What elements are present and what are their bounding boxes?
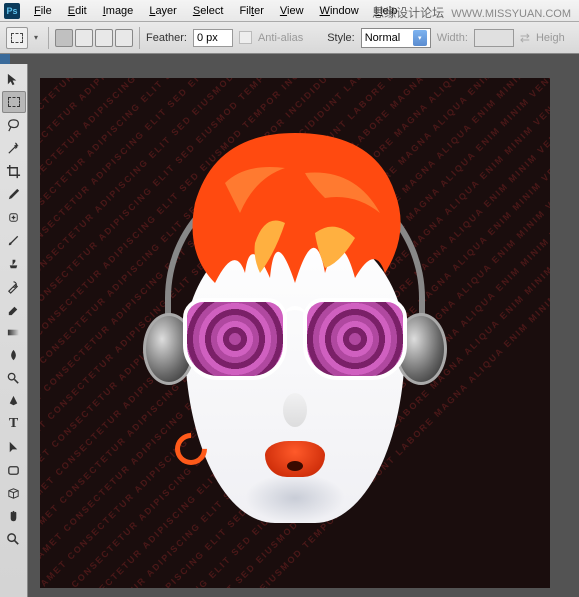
document-canvas[interactable]: LOREM IPSUM DOLOR SIT AMET CONSECTETUR A… [40,78,550,588]
dropdown-arrow-icon: ▾ [413,30,427,46]
brush-tool[interactable] [2,229,26,251]
style-value: Normal [365,32,400,44]
document-tab-strip [0,54,579,64]
illustration-face [125,133,465,553]
pen-tool[interactable] [2,390,26,412]
width-label: Width: [437,32,468,44]
divider [139,27,140,49]
feather-label: Feather: [146,32,187,44]
chin-shadow [245,473,345,523]
tab-marker[interactable] [0,54,10,64]
type-tool[interactable]: T [2,413,26,435]
selection-mode-group [55,29,133,47]
new-selection-button[interactable] [55,29,73,47]
swirl-icon [307,302,403,376]
clone-stamp-tool[interactable] [2,252,26,274]
menu-window[interactable]: Window [312,3,367,19]
watermark: 思缘设计论坛 WWW.MISSYUAN.COM [372,4,571,21]
chevron-down-icon[interactable]: ▾ [34,33,42,42]
app-icon[interactable]: Ps [4,3,20,19]
lens-right [303,298,407,380]
nose [283,393,307,427]
dodge-tool[interactable] [2,367,26,389]
healing-brush-tool[interactable] [2,206,26,228]
style-select[interactable]: Normal ▾ [361,28,431,48]
shape-tool[interactable] [2,459,26,481]
history-brush-tool[interactable] [2,275,26,297]
add-selection-button[interactable] [75,29,93,47]
menu-filter[interactable]: Filter [231,3,271,19]
marquee-icon [11,33,23,43]
menu-edit[interactable]: Edit [60,3,95,19]
lens-left [183,298,287,380]
zoom-tool[interactable] [2,528,26,550]
eyedropper-tool[interactable] [2,183,26,205]
menu-image[interactable]: Image [95,3,142,19]
options-bar: ▾ Feather: Anti-alias Style: Normal ▾ Wi… [0,22,579,54]
sunglasses [183,298,407,386]
marquee-tool[interactable] [2,91,26,113]
lasso-tool[interactable] [2,114,26,136]
menu-view[interactable]: View [272,3,312,19]
watermark-cn: 思缘设计论坛 [372,6,444,20]
gradient-tool[interactable] [2,321,26,343]
intersect-selection-button[interactable] [115,29,133,47]
canvas-area[interactable]: LOREM IPSUM DOLOR SIT AMET CONSECTETUR A… [28,64,579,597]
hand-tool[interactable] [2,505,26,527]
antialias-checkbox [239,31,252,44]
work-area: T LOREM IPSUM DOLOR SIT AMET CONSECTETUR… [0,64,579,597]
height-label: Heigh [536,32,565,44]
style-label: Style: [327,32,355,44]
watermark-url: WWW.MISSYUAN.COM [451,8,571,20]
crop-tool[interactable] [2,160,26,182]
path-select-tool[interactable] [2,436,26,458]
menu-layer[interactable]: Layer [141,3,185,19]
swirl-icon [187,302,283,376]
link-icon: ⇄ [520,31,530,45]
tool-preset-picker[interactable] [6,27,28,49]
magic-wand-tool[interactable] [2,137,26,159]
eraser-tool[interactable] [2,298,26,320]
move-tool[interactable] [2,68,26,90]
lips [265,441,325,477]
menu-select[interactable]: Select [185,3,232,19]
menu-file[interactable]: File [26,3,60,19]
width-input [474,29,514,47]
subtract-selection-button[interactable] [95,29,113,47]
toolbox: T [0,64,28,597]
antialias-label: Anti-alias [258,32,303,44]
3d-tool[interactable] [2,482,26,504]
blur-tool[interactable] [2,344,26,366]
feather-input[interactable] [193,29,233,47]
divider [48,27,49,49]
